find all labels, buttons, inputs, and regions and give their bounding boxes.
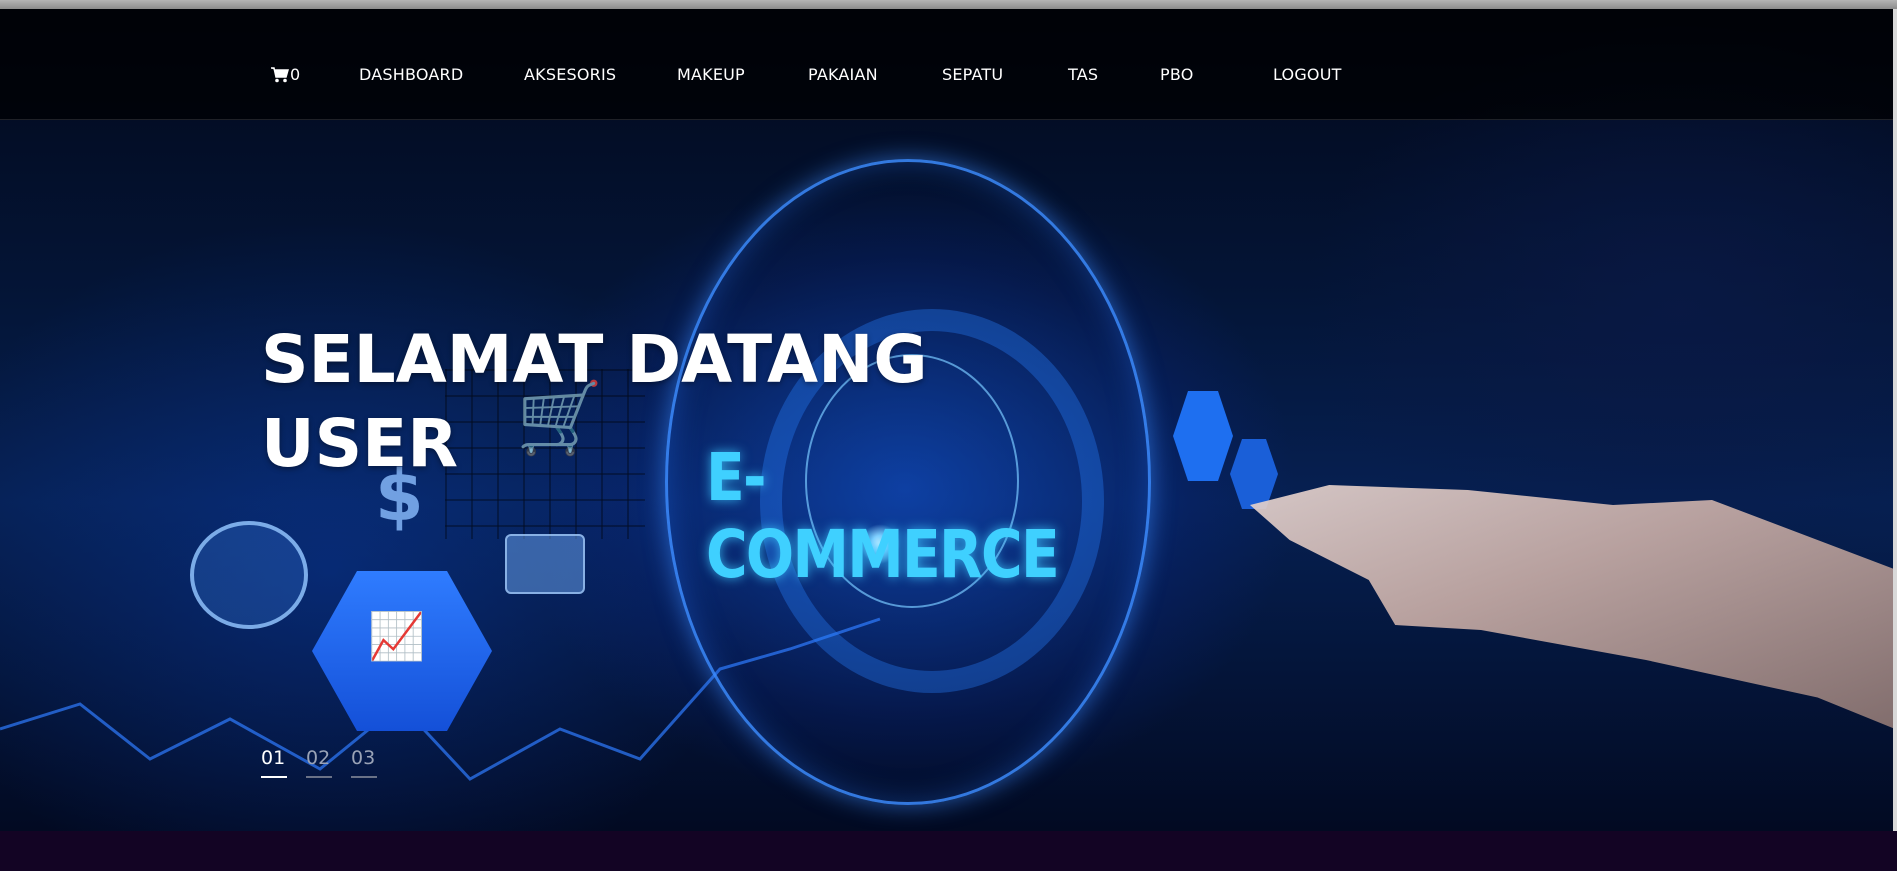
- globe-icon: [190, 521, 308, 629]
- nav-pakaian[interactable]: PAKAIAN: [808, 65, 878, 84]
- cart-count: 0: [290, 65, 301, 84]
- nav-makeup[interactable]: MAKEUP: [677, 65, 745, 84]
- pointing-hand-image: [1250, 485, 1897, 735]
- slide-number: 02: [306, 747, 331, 769]
- cart-icon: [271, 66, 289, 82]
- hero-title: SELAMAT DATANG USER: [261, 318, 1021, 486]
- slide-indicator-01[interactable]: 01: [261, 747, 287, 778]
- slide-indicator-bar: [261, 776, 287, 778]
- page-scrollbar[interactable]: [1893, 9, 1897, 831]
- slide-indicator-bar: [351, 776, 377, 778]
- bottom-section-bar: [0, 831, 1897, 871]
- nav-pbo[interactable]: PBO: [1160, 65, 1194, 84]
- nav-logout[interactable]: LOGOUT: [1273, 65, 1342, 84]
- nav-tas[interactable]: TAS: [1068, 65, 1098, 84]
- hero-title-line-2: USER: [261, 405, 459, 482]
- slide-indicator-bar: [306, 776, 332, 778]
- light-hexagon-icon: [1230, 439, 1278, 509]
- slide-number: 03: [351, 747, 376, 769]
- nav-dashboard[interactable]: DASHBOARD: [359, 65, 463, 84]
- slide-indicator-03[interactable]: 03: [351, 747, 377, 778]
- slide-number: 01: [261, 747, 286, 769]
- credit-card-icon: [505, 534, 585, 594]
- nav-sepatu[interactable]: SEPATU: [942, 65, 1003, 84]
- hero-title-line-1: SELAMAT DATANG: [261, 321, 928, 398]
- slide-pager: 01 02 03: [261, 747, 377, 778]
- nav-aksesoris[interactable]: AKSESORIS: [524, 65, 616, 84]
- gears-hexagon-icon: [1173, 391, 1233, 481]
- cart-link[interactable]: 0: [271, 65, 300, 84]
- main-navbar: 0 DASHBOARD AKSESORIS MAKEUP PAKAIAN SEP…: [0, 9, 1893, 120]
- growth-chart-icon: 📈: [368, 609, 426, 663]
- browser-top-strip: [0, 0, 1897, 9]
- slide-indicator-02[interactable]: 02: [306, 747, 332, 778]
